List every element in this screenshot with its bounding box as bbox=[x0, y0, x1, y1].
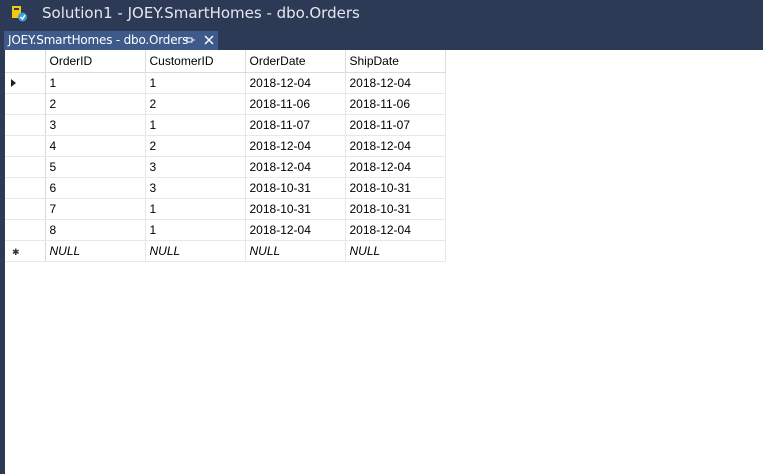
cell-orderid[interactable]: 8 bbox=[45, 219, 146, 241]
cell-customerid[interactable]: 2 bbox=[145, 135, 246, 157]
cell-orderdate[interactable]: 2018-11-07 bbox=[245, 114, 346, 136]
cell-orderdate[interactable]: 2018-10-31 bbox=[245, 198, 346, 220]
results-grid: OrderID CustomerID OrderDate ShipDate 1 … bbox=[5, 50, 446, 262]
cell-orderdate-null[interactable]: NULL bbox=[245, 240, 346, 262]
cell-customerid[interactable]: 1 bbox=[145, 219, 246, 241]
tab-orders[interactable]: JOEY.SmartHomes - dbo.Orders bbox=[4, 31, 218, 50]
header-row: OrderID CustomerID OrderDate ShipDate bbox=[5, 50, 446, 73]
row-selector[interactable] bbox=[5, 156, 46, 178]
column-header-orderid[interactable]: OrderID bbox=[45, 50, 146, 73]
cell-customerid-null[interactable]: NULL bbox=[145, 240, 246, 262]
row-selector[interactable] bbox=[5, 93, 46, 115]
cell-orderid[interactable]: 3 bbox=[45, 114, 146, 136]
cell-customerid[interactable]: 2 bbox=[145, 93, 246, 115]
cell-orderid[interactable]: 4 bbox=[45, 135, 146, 157]
row-selector[interactable] bbox=[5, 72, 46, 94]
column-header-customerid[interactable]: CustomerID bbox=[145, 50, 246, 73]
table-data-editor: OrderID CustomerID OrderDate ShipDate 1 … bbox=[5, 50, 763, 474]
cell-orderdate[interactable]: 2018-10-31 bbox=[245, 177, 346, 199]
cell-customerid[interactable]: 3 bbox=[145, 156, 246, 178]
row-selector[interactable]: ✱ bbox=[5, 240, 46, 262]
column-header-orderdate[interactable]: OrderDate bbox=[245, 50, 346, 73]
title-bar: Solution1 - JOEY.SmartHomes - dbo.Orders bbox=[0, 0, 763, 28]
select-all-corner[interactable] bbox=[5, 50, 46, 73]
cell-orderdate[interactable]: 2018-12-04 bbox=[245, 219, 346, 241]
cell-shipdate[interactable]: 2018-12-04 bbox=[345, 156, 446, 178]
table-row[interactable]: 1 1 2018-12-04 2018-12-04 bbox=[5, 72, 446, 94]
row-selector[interactable] bbox=[5, 114, 46, 136]
cell-orderid[interactable]: 5 bbox=[45, 156, 146, 178]
cell-orderid[interactable]: 1 bbox=[45, 72, 146, 94]
cell-customerid[interactable]: 1 bbox=[145, 72, 246, 94]
table-row[interactable]: 7 1 2018-10-31 2018-10-31 bbox=[5, 198, 446, 220]
row-selector[interactable] bbox=[5, 198, 46, 220]
window-title: Solution1 - JOEY.SmartHomes - dbo.Orders bbox=[42, 4, 360, 22]
table-row[interactable]: 4 2 2018-12-04 2018-12-04 bbox=[5, 135, 446, 157]
asterisk-icon: ✱ bbox=[12, 246, 20, 257]
cell-orderdate[interactable]: 2018-12-04 bbox=[245, 156, 346, 178]
table-row[interactable]: 5 3 2018-12-04 2018-12-04 bbox=[5, 156, 446, 178]
cell-orderid-null[interactable]: NULL bbox=[45, 240, 146, 262]
cell-shipdate[interactable]: 2018-12-04 bbox=[345, 72, 446, 94]
visual-studio-app-icon[interactable] bbox=[11, 5, 29, 23]
cell-shipdate[interactable]: 2018-12-04 bbox=[345, 135, 446, 157]
new-row[interactable]: ✱ NULL NULL NULL NULL bbox=[5, 240, 446, 262]
arrow-right-icon bbox=[11, 78, 16, 87]
tab-label: JOEY.SmartHomes - dbo.Orders bbox=[8, 33, 189, 47]
cell-shipdate[interactable]: 2018-11-06 bbox=[345, 93, 446, 115]
cell-shipdate[interactable]: 2018-10-31 bbox=[345, 198, 446, 220]
table-row[interactable]: 8 1 2018-12-04 2018-12-04 bbox=[5, 219, 446, 241]
row-selector[interactable] bbox=[5, 219, 46, 241]
table-row[interactable]: 6 3 2018-10-31 2018-10-31 bbox=[5, 177, 446, 199]
close-icon[interactable] bbox=[203, 34, 215, 46]
document-tab-strip: JOEY.SmartHomes - dbo.Orders bbox=[0, 28, 763, 50]
cell-orderdate[interactable]: 2018-12-04 bbox=[245, 72, 346, 94]
cell-customerid[interactable]: 3 bbox=[145, 177, 246, 199]
table-row[interactable]: 3 1 2018-11-07 2018-11-07 bbox=[5, 114, 446, 136]
cell-shipdate[interactable]: 2018-12-04 bbox=[345, 219, 446, 241]
cell-customerid[interactable]: 1 bbox=[145, 114, 246, 136]
cell-orderid[interactable]: 6 bbox=[45, 177, 146, 199]
cell-customerid[interactable]: 1 bbox=[145, 198, 246, 220]
cell-orderid[interactable]: 2 bbox=[45, 93, 146, 115]
cell-shipdate[interactable]: 2018-10-31 bbox=[345, 177, 446, 199]
cell-orderdate[interactable]: 2018-12-04 bbox=[245, 135, 346, 157]
cell-shipdate-null[interactable]: NULL bbox=[345, 240, 446, 262]
cell-orderdate[interactable]: 2018-11-06 bbox=[245, 93, 346, 115]
cell-shipdate[interactable]: 2018-11-07 bbox=[345, 114, 446, 136]
cell-orderid[interactable]: 7 bbox=[45, 198, 146, 220]
row-selector[interactable] bbox=[5, 177, 46, 199]
table-row[interactable]: 2 2 2018-11-06 2018-11-06 bbox=[5, 93, 446, 115]
pin-icon[interactable] bbox=[184, 34, 196, 46]
column-header-shipdate[interactable]: ShipDate bbox=[345, 50, 446, 73]
row-selector[interactable] bbox=[5, 135, 46, 157]
